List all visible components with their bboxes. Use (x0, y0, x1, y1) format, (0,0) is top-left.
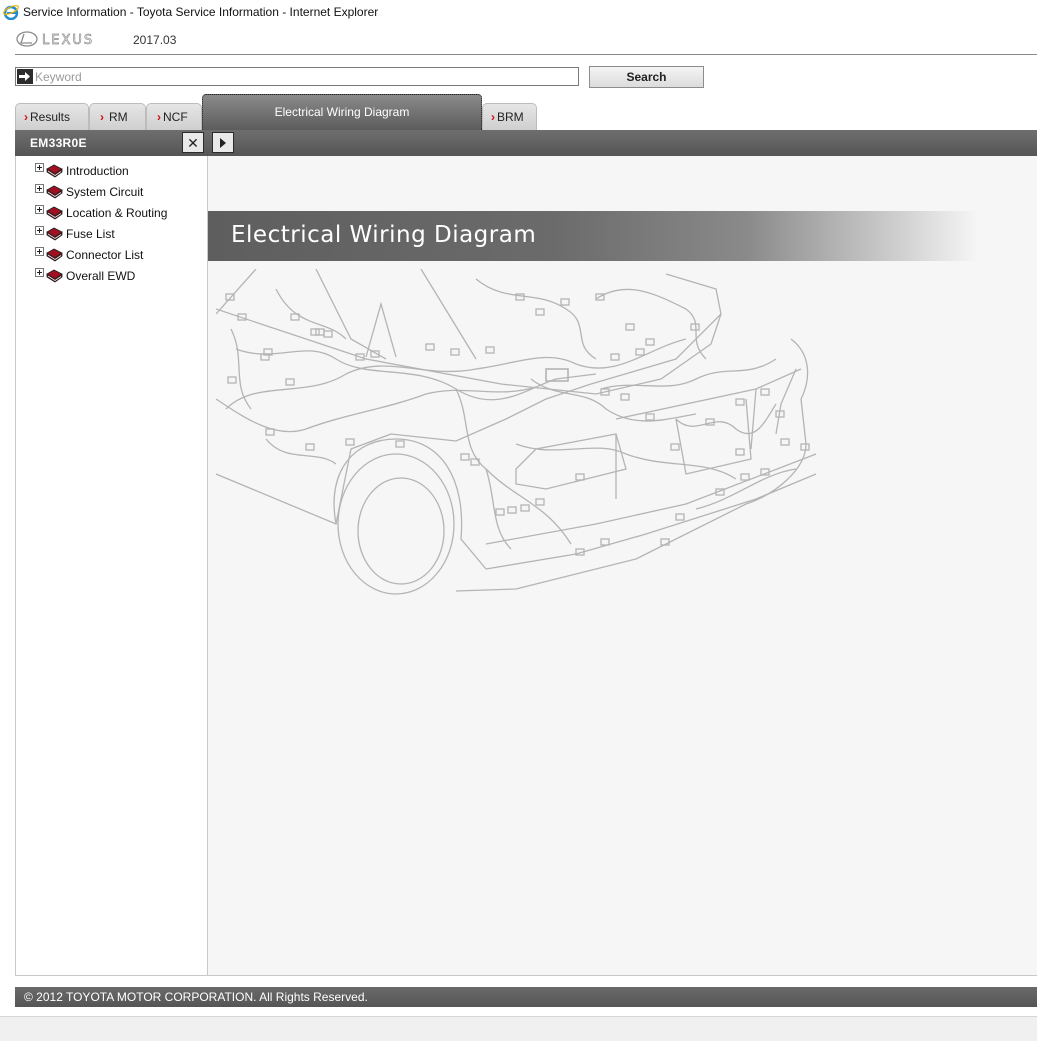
content-banner: Electrical Wiring Diagram (208, 211, 978, 261)
content-area: Electrical Wiring Diagram (208, 156, 1037, 976)
book-icon (46, 227, 63, 241)
expand-panel-button[interactable] (212, 132, 234, 153)
search-button[interactable]: Search (589, 66, 704, 88)
window-titlebar: Service Information - Toyota Service Inf… (0, 0, 1037, 24)
tree-item-label: Location & Routing (66, 205, 168, 220)
tab-brm[interactable]: › BRM (482, 103, 537, 130)
tree-item-label: System Circuit (66, 184, 144, 199)
play-right-icon (220, 138, 226, 148)
tree-item-label: Overall EWD (66, 268, 136, 283)
book-icon (46, 269, 63, 283)
navigation-tree: Introduction System Circuit Location & R… (35, 160, 167, 286)
svg-text:LEXUS: LEXUS (42, 33, 94, 48)
tree-item-label: Connector List (66, 247, 144, 262)
expand-plus-icon[interactable] (35, 163, 44, 172)
tab-label: Results (30, 110, 71, 124)
tree-item-label: Fuse List (66, 226, 115, 241)
book-icon (46, 248, 63, 262)
arrow-right-icon (17, 69, 33, 84)
app-header: LEXUS 2017.03 (15, 28, 1037, 55)
data-version: 2017.03 (133, 33, 177, 47)
tree-item-location-routing[interactable]: Location & Routing (35, 202, 167, 223)
tab-electrical-wiring-diagram[interactable]: Electrical Wiring Diagram (202, 94, 482, 130)
tab-label: BRM (497, 110, 524, 124)
tab-label: RM (109, 110, 128, 124)
tree-item-connector-list[interactable]: Connector List (35, 244, 167, 265)
expand-plus-icon[interactable] (35, 268, 44, 277)
search-box (15, 67, 579, 86)
close-panel-button[interactable]: ✕ (182, 132, 204, 153)
chevron-right-icon: › (491, 110, 495, 124)
tab-bar: › Results › RM › NCF Electrical Wiring D… (15, 94, 1037, 130)
document-id: EM33R0E (30, 136, 87, 150)
tree-item-fuse-list[interactable]: Fuse List (35, 223, 167, 244)
tree-item-label: Introduction (66, 163, 129, 178)
tab-label: Electrical Wiring Diagram (274, 105, 410, 119)
vehicle-wiring-illustration (216, 269, 816, 595)
chevron-right-icon: › (100, 110, 104, 124)
copyright-text: © 2012 TOYOTA MOTOR CORPORATION. All Rig… (24, 990, 368, 1004)
browser-status-bar (0, 1016, 1037, 1041)
expand-plus-icon[interactable] (35, 247, 44, 256)
panel-toolbar: EM33R0E ✕ (15, 130, 1037, 156)
tab-ncf[interactable]: › NCF (146, 103, 202, 130)
tab-rm[interactable]: › RM (89, 103, 146, 130)
tree-item-introduction[interactable]: Introduction (35, 160, 167, 181)
tab-results[interactable]: › Results (15, 103, 89, 130)
expand-plus-icon[interactable] (35, 226, 44, 235)
banner-title: Electrical Wiring Diagram (231, 222, 537, 248)
book-icon (46, 185, 63, 199)
tree-item-overall-ewd[interactable]: Overall EWD (35, 265, 167, 286)
book-icon (46, 164, 63, 178)
internet-explorer-icon (3, 4, 19, 20)
window-title: Service Information - Toyota Service Inf… (23, 5, 379, 19)
navigation-tree-panel: Introduction System Circuit Location & R… (15, 156, 208, 976)
footer-bar: © 2012 TOYOTA MOTOR CORPORATION. All Rig… (15, 987, 1037, 1007)
expand-plus-icon[interactable] (35, 205, 44, 214)
search-input[interactable] (35, 68, 575, 85)
book-icon (46, 206, 63, 220)
tree-item-system-circuit[interactable]: System Circuit (35, 181, 167, 202)
chevron-right-icon: › (157, 110, 161, 124)
tab-label: NCF (163, 110, 188, 124)
expand-plus-icon[interactable] (35, 184, 44, 193)
lexus-logo: LEXUS (16, 31, 94, 48)
chevron-right-icon: › (24, 110, 28, 124)
